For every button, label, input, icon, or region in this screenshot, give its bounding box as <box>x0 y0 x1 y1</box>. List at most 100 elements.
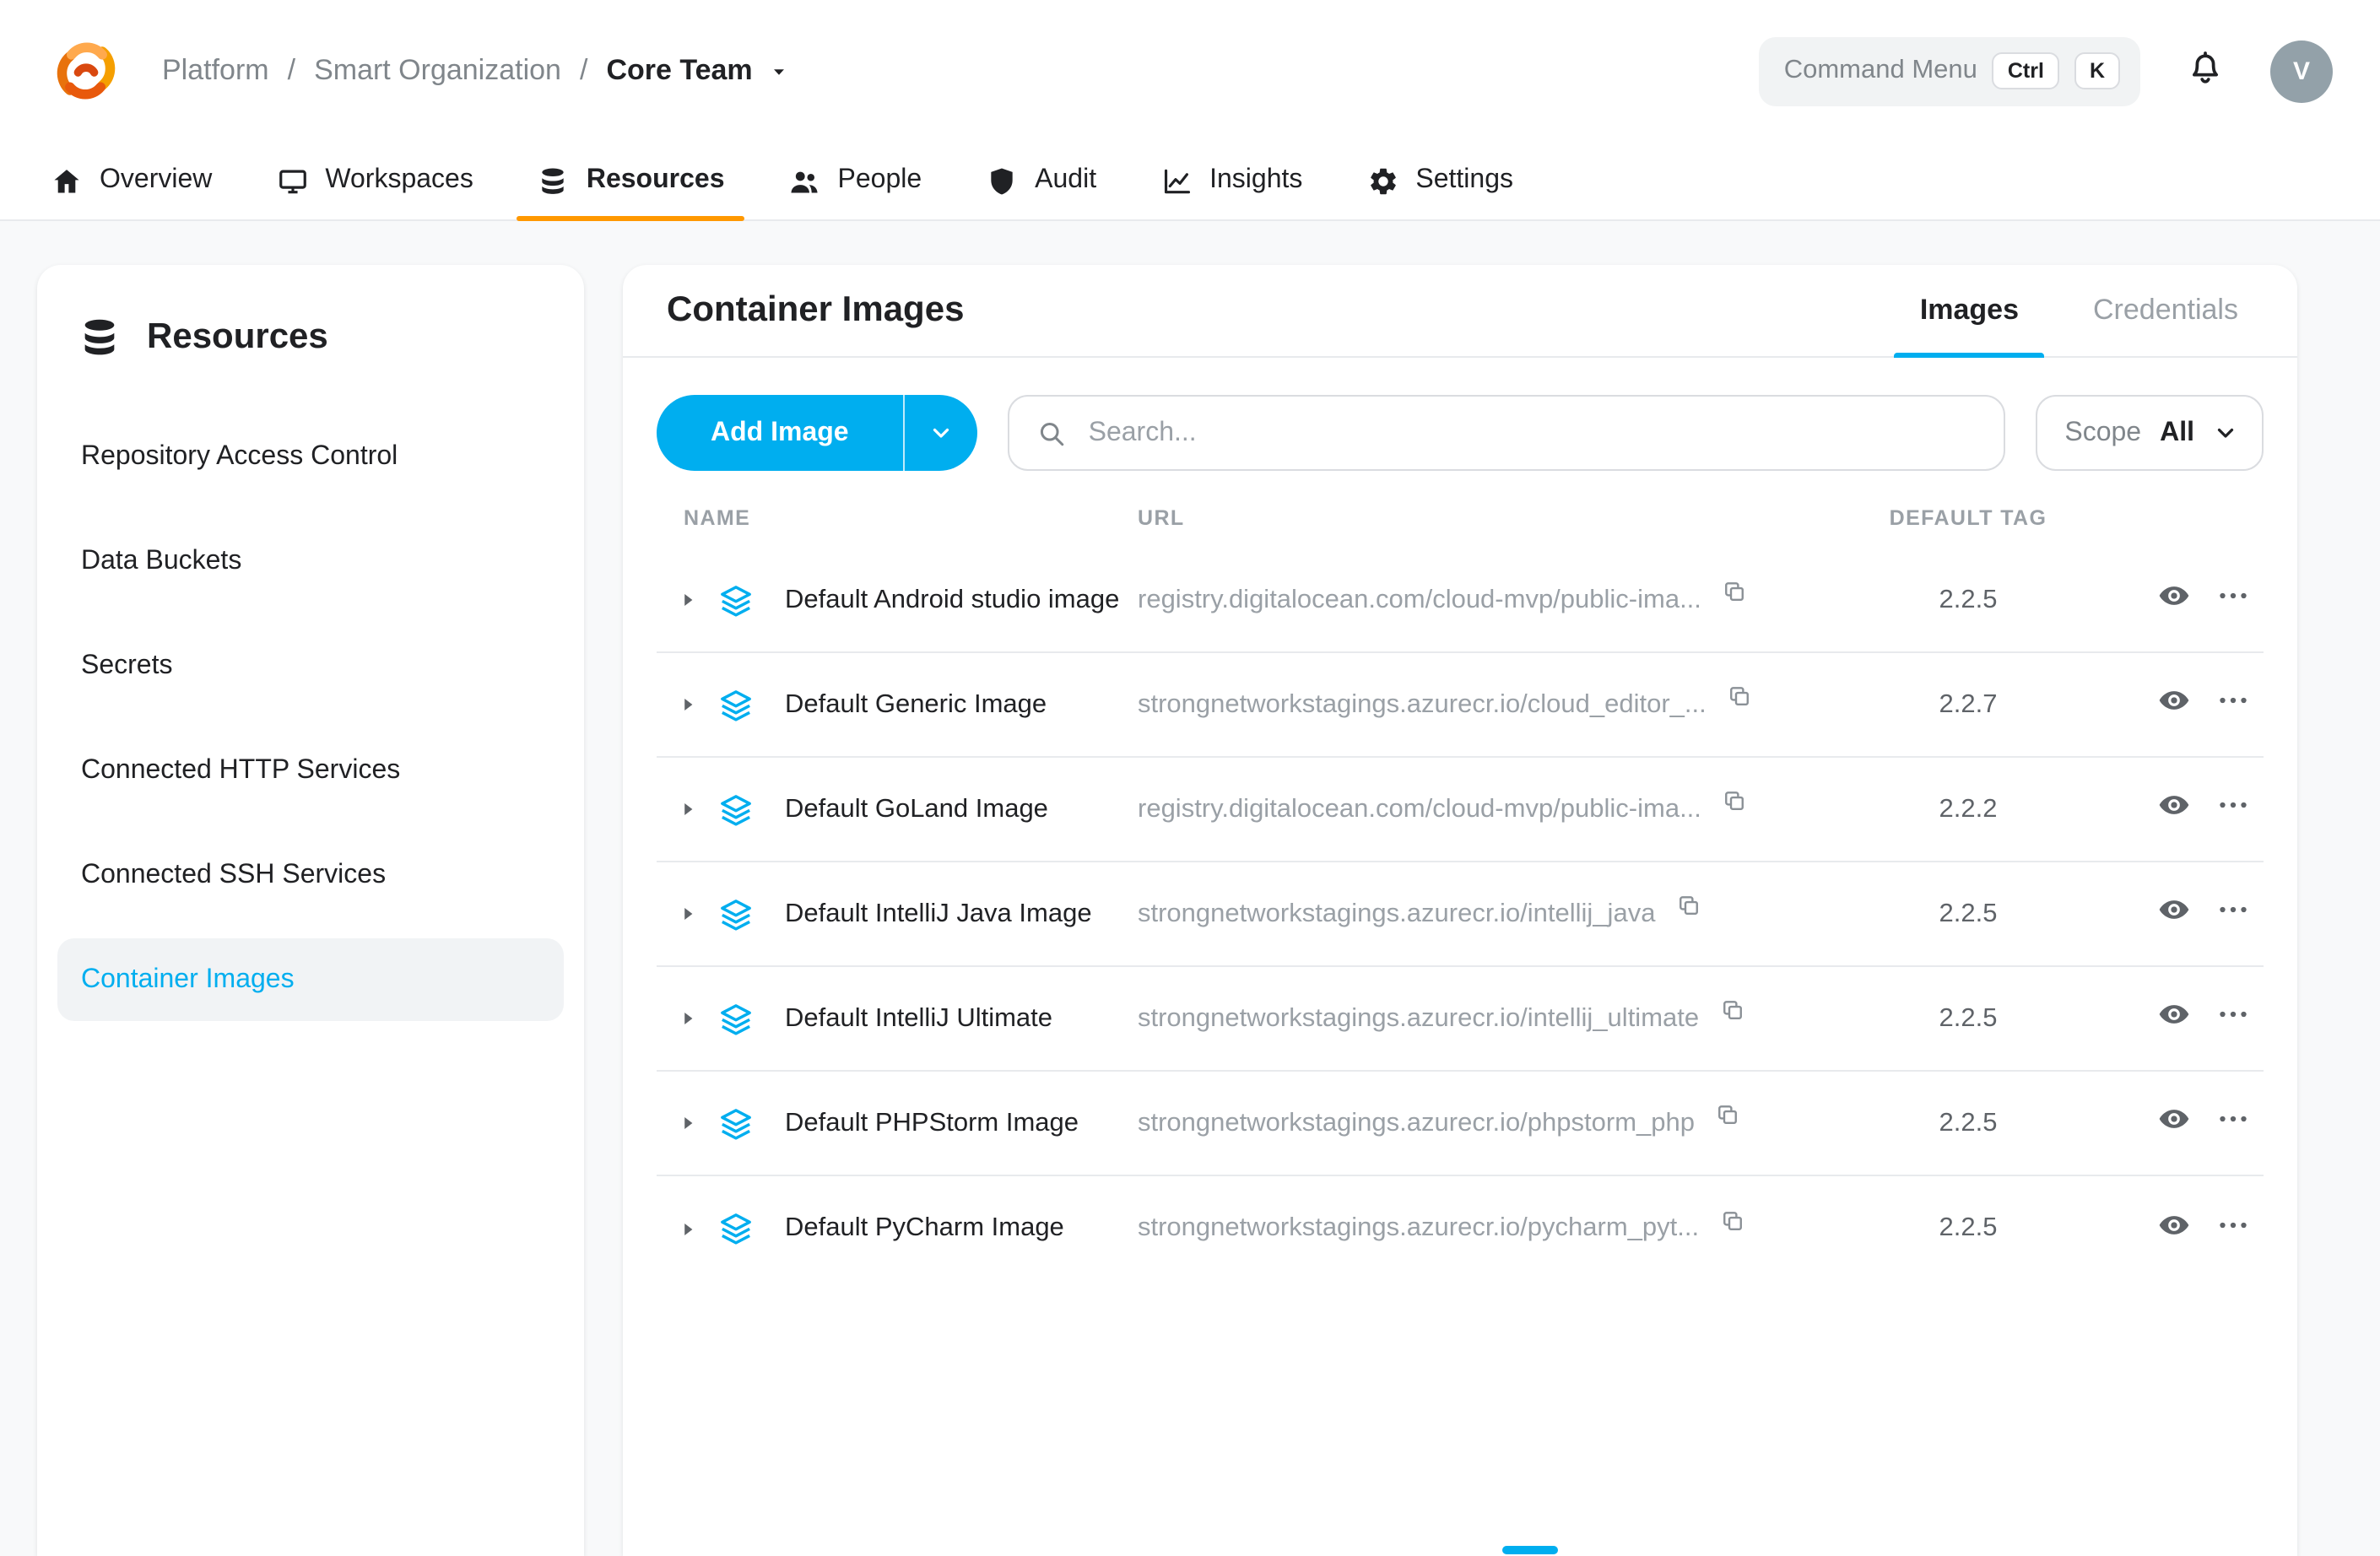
view-button[interactable] <box>2157 683 2191 726</box>
chevron-right-icon <box>676 798 698 820</box>
sidebar-item-container-images[interactable]: Container Images <box>57 938 564 1021</box>
nav-tab-label: People <box>838 165 922 196</box>
table-row: Default IntelliJ Java Imagestrongnetwork… <box>657 862 2264 967</box>
breadcrumb-item-smart-organization[interactable]: Smart Organization <box>314 54 561 88</box>
breadcrumb-item-platform[interactable]: Platform <box>162 54 269 88</box>
view-button[interactable] <box>2157 788 2191 830</box>
nav-tab-overview[interactable]: Overview <box>24 142 239 219</box>
content-area: Resources Repository Access Control Data … <box>0 221 2380 1556</box>
nav-tab-resources[interactable]: Resources <box>511 142 752 219</box>
search-box[interactable] <box>1008 395 2006 471</box>
layers-icon <box>717 686 755 723</box>
expand-row-button[interactable] <box>657 903 717 925</box>
avatar[interactable]: V <box>2270 40 2333 102</box>
notifications-button[interactable] <box>2184 46 2226 96</box>
image-name: Default IntelliJ Ultimate <box>785 1003 1138 1034</box>
copy-url-button[interactable] <box>1722 788 1747 813</box>
table-row: Default Generic Imagestrongnetworkstagin… <box>657 653 2264 758</box>
more-actions-button[interactable] <box>2216 683 2250 726</box>
copy-url-button[interactable] <box>1715 1102 1740 1127</box>
layers-icon <box>717 1000 755 1037</box>
expand-row-button[interactable] <box>657 798 717 820</box>
expand-row-button[interactable] <box>657 694 717 716</box>
image-name: Default Android studio image <box>785 585 1138 615</box>
tab-images[interactable]: Images <box>1895 265 2044 356</box>
scope-label: Scope <box>2064 418 2141 448</box>
top-bar-left: Platform/Smart Organization/Core Team <box>47 32 790 110</box>
sidebar-item-repository-access-control[interactable]: Repository Access Control <box>57 415 564 498</box>
table-body: Default Android studio image registry.dig… <box>657 548 2264 1281</box>
default-tag: 2.2.2 <box>1842 794 2095 824</box>
more-actions-button[interactable] <box>2216 788 2250 830</box>
horizontal-scrollbar-thumb[interactable] <box>1502 1546 1558 1554</box>
image-url: strongnetworkstagings.azurecr.io/intelli… <box>1138 899 1655 929</box>
eye-icon <box>2157 1102 2191 1136</box>
sidebar-item-secrets[interactable]: Secrets <box>57 624 564 707</box>
chevron-right-icon <box>676 903 698 925</box>
database-icon <box>538 165 570 197</box>
key-ctrl: Ctrl <box>1993 52 2059 89</box>
expand-row-button[interactable] <box>657 589 717 611</box>
tab-credentials[interactable]: Credentials <box>2068 265 2264 356</box>
view-button[interactable] <box>2157 893 2191 935</box>
more-actions-button[interactable] <box>2216 997 2250 1040</box>
copy-url-button[interactable] <box>1719 997 1744 1023</box>
nav-tab-workspaces[interactable]: Workspaces <box>249 142 500 219</box>
table-row: Default Android studio imageregistry.dig… <box>657 548 2264 653</box>
copy-url-button[interactable] <box>1719 1208 1744 1233</box>
image-url-cell: registry.digitalocean.com/cloud-mvp/publ… <box>1138 794 1842 824</box>
expand-row-button[interactable] <box>657 1218 717 1240</box>
copy-url-button[interactable] <box>1727 683 1752 709</box>
table-row: Default GoLand Imageregistry.digitalocea… <box>657 758 2264 862</box>
sidebar-title-label: Resources <box>147 317 328 358</box>
layers-icon <box>717 895 755 932</box>
brand-logo-icon[interactable] <box>47 32 125 110</box>
command-menu-button[interactable]: Command Menu Ctrl K <box>1759 36 2140 105</box>
image-url: strongnetworkstagings.azurecr.io/intelli… <box>1138 1003 1699 1034</box>
row-actions <box>2095 683 2264 726</box>
nav-tab-people[interactable]: People <box>762 142 949 219</box>
chevron-right-icon <box>676 589 698 611</box>
more-actions-button[interactable] <box>2216 1208 2250 1250</box>
layers-icon <box>717 791 755 828</box>
nav-tab-settings[interactable]: Settings <box>1339 142 1540 219</box>
eye-icon <box>2157 788 2191 822</box>
more-actions-button[interactable] <box>2216 893 2250 935</box>
copy-icon <box>1675 893 1701 918</box>
more-actions-button[interactable] <box>2216 579 2250 621</box>
table-row: Default IntelliJ Ultimatestrongnetworkst… <box>657 967 2264 1072</box>
expand-row-button[interactable] <box>657 1008 717 1029</box>
search-input[interactable] <box>1085 416 1977 450</box>
scope-dropdown[interactable]: Scope All <box>2036 395 2264 471</box>
table-header-row: NAMEURLDEFAULT TAG <box>657 488 2264 548</box>
view-button[interactable] <box>2157 579 2191 621</box>
column-header-url: URL <box>1138 506 1842 530</box>
expand-row-button[interactable] <box>657 1112 717 1134</box>
toolbar: Add Image Scope All <box>623 358 2297 471</box>
image-name: Default PHPStorm Image <box>785 1108 1138 1138</box>
view-button[interactable] <box>2157 997 2191 1040</box>
nav-tab-insights[interactable]: Insights <box>1133 142 1329 219</box>
panel-header: Container Images ImagesCredentials <box>623 265 2297 358</box>
home-icon <box>51 165 83 197</box>
column-header-default-tag: DEFAULT TAG <box>1842 506 2095 530</box>
sidebar-item-data-buckets[interactable]: Data Buckets <box>57 520 564 602</box>
default-tag: 2.2.5 <box>1842 585 2095 615</box>
nav-tab-audit[interactable]: Audit <box>959 142 1123 219</box>
add-image-button[interactable]: Add Image <box>657 395 903 471</box>
view-button[interactable] <box>2157 1208 2191 1250</box>
more-actions-button[interactable] <box>2216 1102 2250 1144</box>
copy-url-button[interactable] <box>1675 893 1701 918</box>
copy-icon <box>1719 997 1744 1023</box>
sidebar-item-connected-http-services[interactable]: Connected HTTP Services <box>57 729 564 812</box>
view-button[interactable] <box>2157 1102 2191 1144</box>
key-k: K <box>2074 52 2120 89</box>
eye-icon <box>2157 579 2191 613</box>
breadcrumb-item-core-team[interactable]: Core Team <box>606 54 752 88</box>
monitor-icon <box>276 165 308 197</box>
image-url-cell: strongnetworkstagings.azurecr.io/phpstor… <box>1138 1108 1842 1138</box>
add-image-menu-button[interactable] <box>903 395 977 471</box>
people-icon <box>789 165 821 197</box>
copy-url-button[interactable] <box>1722 579 1747 604</box>
sidebar-item-connected-ssh-services[interactable]: Connected SSH Services <box>57 834 564 916</box>
